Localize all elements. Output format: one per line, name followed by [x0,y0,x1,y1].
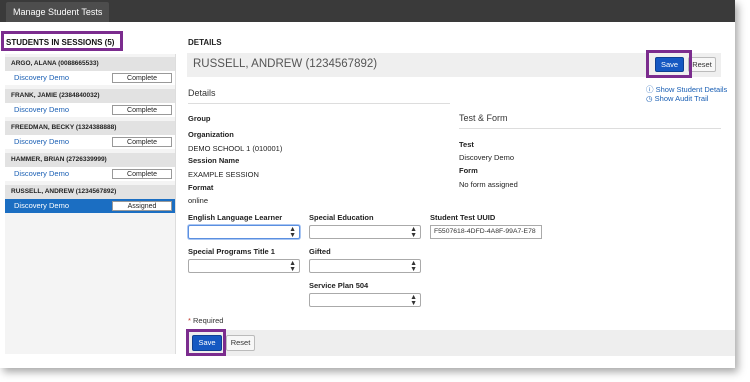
gifted-select[interactable]: ▲ ▼ [309,259,421,273]
test-name: Discovery Demo [14,73,70,82]
details-divider [188,103,450,104]
service-plan-504-select[interactable]: ▲ ▼ [309,293,421,307]
status-badge: Assigned [112,201,172,211]
student-header-3: HAMMER, BRIAN (2726339999) [5,153,175,167]
test-label: Test [459,140,474,149]
organization-label: Organization [188,130,234,139]
tab-manage-student-tests[interactable]: Manage Student Tests [6,2,110,22]
student-header-1: FRANK, JAMIE (2384840032) [5,89,175,103]
footer-bar [187,330,735,356]
clock-icon: ◷ [646,94,653,103]
uuid-field[interactable]: F5507618-4DFD-4A8F-99A7-E78 [430,225,542,239]
student-test-row-3[interactable]: Discovery Demo Complete [5,167,175,181]
student-test-row-1[interactable]: Discovery Demo Complete [5,103,175,117]
details-title: DETAILS [188,38,222,47]
show-audit-trail-link[interactable]: ◷ Show Audit Trail [646,94,708,103]
top-bar: Manage Student Tests [0,0,735,22]
status-badge: Complete [112,105,172,115]
uuid-label: Student Test UUID [430,213,496,222]
format-label: Format [188,183,214,192]
select-caret-icon: ▲ ▼ [410,260,417,273]
required-star: * [188,316,191,325]
select-caret-icon: ▲ ▼ [289,226,296,239]
test-name: Discovery Demo [14,105,70,114]
test-form-divider [459,128,721,129]
test-name: Discovery Demo [14,201,70,210]
reset-button-top[interactable]: Reset [688,57,716,72]
test-name: Discovery Demo [14,169,70,178]
app-window: Manage Student Tests STUDENTS IN SESSION… [0,0,735,368]
test-value: Discovery Demo [459,153,515,162]
info-icon: ⓘ [646,85,654,94]
required-note: * Required [188,316,224,325]
group-label: Group [188,114,211,123]
special-education-select[interactable]: ▲ ▼ [309,225,421,239]
student-name: RUSSELL, ANDREW (1234567892) [193,58,378,70]
select-caret-icon: ▲ ▼ [410,294,417,307]
student-header-0: ARGO, ALANA (0088665533) [5,57,175,71]
select-caret-icon: ▲ ▼ [410,226,417,239]
form-label: Form [459,166,478,175]
students-list: ARGO, ALANA (0088665533) Discovery Demo … [5,54,176,354]
details-section-title: Details [188,88,216,98]
status-badge: Complete [112,137,172,147]
test-name: Discovery Demo [14,137,70,146]
reset-button-bottom[interactable]: Reset [226,335,255,351]
title-highlight [1,31,123,51]
student-test-row-0[interactable]: Discovery Demo Complete [5,71,175,85]
title1-label: Special Programs Title 1 [188,247,275,256]
student-header-4: RUSSELL, ANDREW (1234567892) [5,185,175,199]
service-plan-504-label: Service Plan 504 [309,281,369,290]
select-caret-icon: ▲ ▼ [289,260,296,273]
session-name-value: EXAMPLE SESSION [188,170,259,179]
organization-value: DEMO SCHOOL 1 (010001) [188,144,283,153]
special-education-label: Special Education [309,213,374,222]
student-header-2: FREEDMAN, BECKY (1324388888) [5,121,175,135]
title1-select[interactable]: ▲ ▼ [188,259,300,273]
save-highlight-bottom [186,329,226,356]
student-test-row-4[interactable]: Discovery Demo Assigned [5,199,175,213]
status-badge: Complete [112,169,172,179]
ell-select[interactable]: ▲ ▼ [188,225,300,239]
gifted-label: Gifted [309,247,331,256]
format-value: online [188,196,209,205]
save-highlight-top [646,50,692,78]
form-value: No form assigned [459,180,518,189]
student-test-row-2[interactable]: Discovery Demo Complete [5,135,175,149]
ell-label: English Language Learner [188,213,283,222]
test-form-title: Test & Form [459,113,508,123]
status-badge: Complete [112,73,172,83]
session-name-label: Session Name [188,156,240,165]
